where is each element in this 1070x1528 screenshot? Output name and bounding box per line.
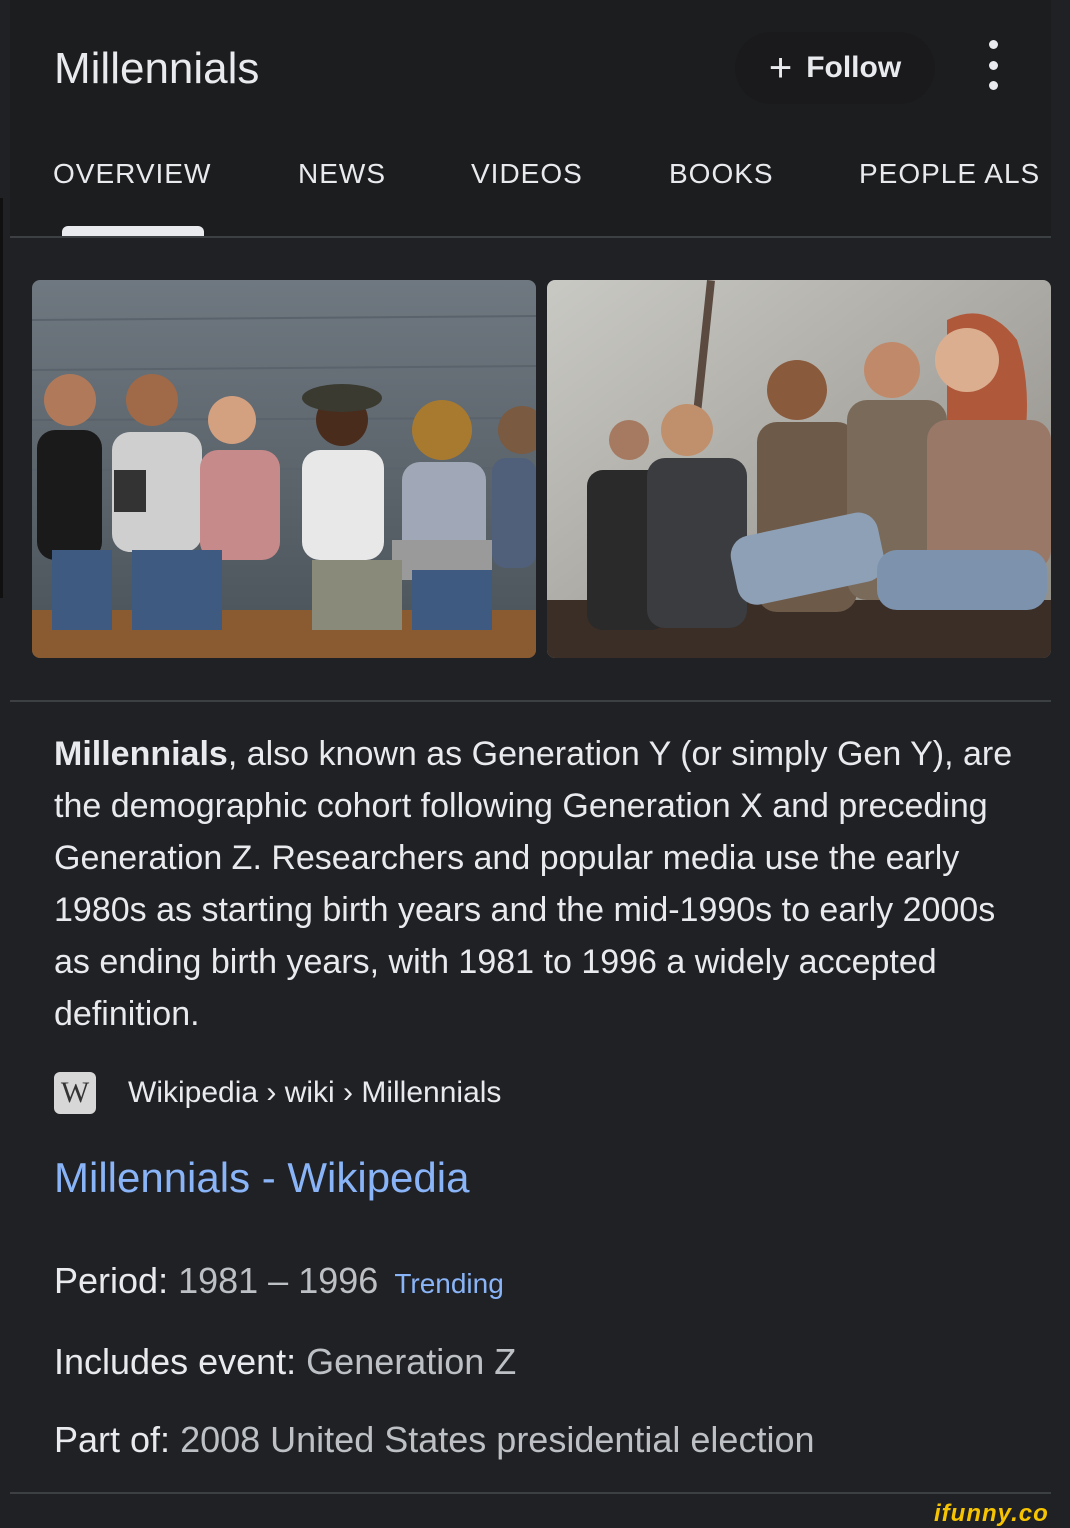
tab-bar: OVERVIEW NEWS VIDEOS BOOKS PEOPLE ALS	[10, 158, 1051, 198]
tab-people-also[interactable]: PEOPLE ALS	[859, 158, 1040, 190]
panel-header: Millennials + Follow OVERVIEW NEWS VIDEO…	[10, 0, 1051, 238]
image-group-phones[interactable]	[547, 280, 1051, 658]
fact-includes-event: Includes event: Generation Z	[54, 1341, 516, 1383]
description-bold-term: Millennials	[54, 735, 228, 773]
source-breadcrumb: Wikipedia › wiki › Millennials	[128, 1076, 502, 1109]
panel-title: Millennials	[54, 44, 260, 93]
bottom-divider	[10, 1492, 1051, 1494]
fact-part-of: Part of: 2008 United States presidential…	[54, 1419, 815, 1461]
ifunny-watermark: ifunny.co	[934, 1500, 1049, 1527]
tab-videos[interactable]: VIDEOS	[471, 158, 583, 190]
follow-button[interactable]: + Follow	[735, 32, 935, 104]
follow-label: Follow	[806, 51, 902, 84]
description-body: , also known as Generation Y (or simply …	[54, 735, 1013, 1033]
tab-selected-indicator	[62, 226, 204, 236]
image-group-sitting[interactable]	[32, 280, 536, 658]
wikipedia-icon: W	[54, 1072, 96, 1114]
fact-period: Period: 1981 – 1996 Trending	[54, 1260, 504, 1302]
fact-partof-value[interactable]: 2008 United States presidential election	[180, 1419, 814, 1460]
tab-overview[interactable]: OVERVIEW	[53, 158, 211, 190]
fact-event-label: Includes event:	[54, 1341, 297, 1382]
plus-icon: +	[768, 46, 793, 90]
fact-event-value[interactable]: Generation Z	[306, 1341, 516, 1382]
description-text: Millennials, also known as Generation Y …	[54, 728, 1014, 1040]
divider	[10, 700, 1051, 702]
fact-period-value[interactable]: 1981 – 1996	[178, 1260, 378, 1301]
fact-period-label: Period:	[54, 1260, 169, 1301]
tab-books[interactable]: BOOKS	[669, 158, 774, 190]
fact-partof-label: Part of:	[54, 1419, 171, 1460]
trending-badge[interactable]: Trending	[394, 1268, 503, 1299]
source-row[interactable]: W Wikipedia › wiki › Millennials	[54, 1072, 501, 1114]
more-vert-icon[interactable]	[978, 40, 1008, 90]
knowledge-panel: Millennials + Follow OVERVIEW NEWS VIDEO…	[10, 0, 1051, 1526]
left-edge-strip	[0, 198, 3, 598]
wikipedia-link[interactable]: Millennials - Wikipedia	[54, 1154, 469, 1202]
tab-news[interactable]: NEWS	[298, 158, 386, 190]
